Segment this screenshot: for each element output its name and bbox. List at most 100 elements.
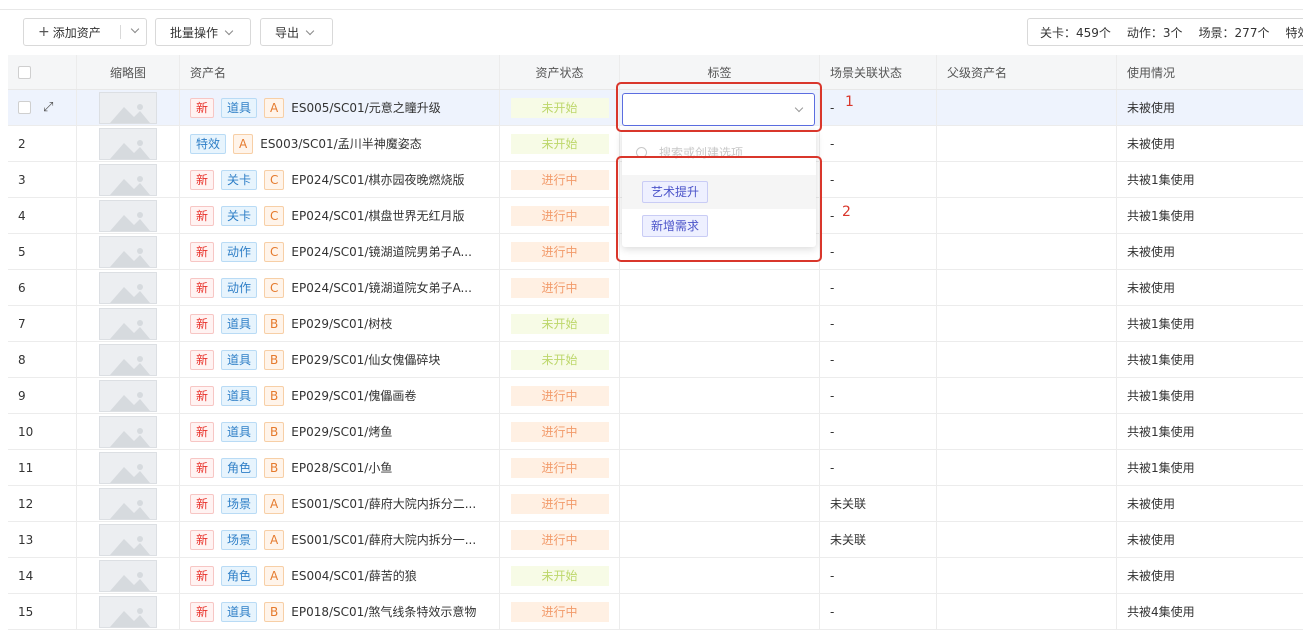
export-label: 导出 — [275, 25, 300, 40]
table-row[interactable]: 11 新角色 B EP028/SC01/小鱼 进行中 - 共被1集使用 — [8, 450, 1303, 486]
thumbnail-cell — [77, 594, 180, 629]
usage-cell: 共被1集使用 — [1127, 461, 1195, 475]
asset-name-cell: 新角色 A ES004/SC01/薛苦的狼 — [180, 558, 500, 593]
tags-cell[interactable] — [620, 594, 820, 629]
image-placeholder-icon[interactable] — [99, 595, 157, 628]
status-badge[interactable]: 进行中 — [510, 277, 609, 298]
asset-name-link[interactable]: EP029/SC01/仙女傀儡碎块 — [291, 351, 440, 368]
table-row[interactable]: 12 新场景 A ES001/SC01/薛府大院内拆分二... 进行中 未关联 未被使用 — [8, 486, 1303, 522]
plus-icon: + — [38, 24, 50, 40]
table-row[interactable]: 15 新道具 B EP018/SC01/煞气线条特效示意物 进行中 - 共被4集使用 — [8, 594, 1303, 630]
image-placeholder-icon[interactable] — [99, 379, 157, 412]
asset-name-link[interactable]: EP028/SC01/小鱼 — [291, 459, 392, 476]
image-placeholder-icon[interactable] — [99, 199, 157, 232]
scene-link-status-cell: - — [820, 594, 937, 629]
status-badge[interactable]: 进行中 — [510, 421, 609, 442]
asset-name-link[interactable]: EP018/SC01/煞气线条特效示意物 — [291, 603, 476, 620]
usage-cell: 共被1集使用 — [1127, 389, 1195, 403]
asset-name-link[interactable]: ES003/SC01/孟川半神魔姿态 — [260, 135, 421, 152]
asset-name-link[interactable]: ES004/SC01/薛苦的狼 — [291, 567, 416, 584]
tags-cell[interactable] — [620, 522, 820, 557]
row-checkbox[interactable] — [18, 101, 31, 114]
image-placeholder-icon[interactable] — [99, 487, 157, 520]
thumbnail-cell — [77, 522, 180, 557]
asset-name-link[interactable]: ES001/SC01/薛府大院内拆分一... — [291, 531, 476, 548]
tags-cell[interactable] — [620, 486, 820, 521]
image-placeholder-icon[interactable] — [99, 451, 157, 484]
image-placeholder-icon[interactable] — [99, 163, 157, 196]
tags-cell[interactable] — [620, 558, 820, 593]
tags-cell[interactable] — [620, 270, 820, 305]
table-row[interactable]: 13 新场景 A ES001/SC01/薛府大院内拆分一... 进行中 未关联 未被使用 — [8, 522, 1303, 558]
image-placeholder-icon[interactable] — [99, 523, 157, 556]
add-asset-button[interactable]: + 添加资产 — [23, 18, 147, 46]
parent-asset-cell — [937, 342, 1117, 377]
status-badge[interactable]: 未开始 — [510, 565, 609, 586]
usage-cell: 共被4集使用 — [1127, 605, 1195, 619]
parent-asset-cell — [937, 558, 1117, 593]
asset-name-link[interactable]: EP024/SC01/镜湖道院男弟子A... — [291, 243, 472, 260]
status-badge[interactable]: 未开始 — [510, 313, 609, 334]
asset-name-link[interactable]: EP024/SC01/镜湖道院女弟子A... — [291, 279, 472, 296]
parent-asset-cell — [937, 270, 1117, 305]
tags-cell[interactable] — [620, 342, 820, 377]
row-index: 13 — [18, 532, 34, 547]
table-row[interactable]: 7 新道具 B EP029/SC01/树枝 未开始 - 共被1集使用 — [8, 306, 1303, 342]
tags-cell[interactable] — [620, 378, 820, 413]
image-placeholder-icon[interactable] — [99, 559, 157, 592]
batch-operation-button[interactable]: 批量操作 — [155, 18, 251, 46]
asset-grade-badge: A — [264, 493, 285, 514]
asset-status-cell: 进行中 — [500, 234, 620, 269]
image-placeholder-icon[interactable] — [99, 271, 157, 304]
usage-cell: 共被1集使用 — [1127, 209, 1195, 223]
status-badge[interactable]: 进行中 — [510, 241, 609, 262]
table-row[interactable]: 10 新道具 B EP029/SC01/烤鱼 进行中 - 共被1集使用 — [8, 414, 1303, 450]
image-placeholder-icon[interactable] — [99, 415, 157, 448]
table-row[interactable]: 8 新道具 B EP029/SC01/仙女傀儡碎块 未开始 - 共被1集使用 — [8, 342, 1303, 378]
export-button[interactable]: 导出 — [260, 18, 333, 46]
status-badge[interactable]: 未开始 — [510, 97, 609, 118]
image-placeholder-icon[interactable] — [99, 343, 157, 376]
new-badge: 新 — [190, 385, 215, 406]
chevron-down-icon[interactable] — [130, 24, 140, 34]
tags-cell[interactable] — [620, 306, 820, 341]
asset-name-cell: 新关卡 C EP024/SC01/棋亦园夜晚燃烧版 — [180, 162, 500, 197]
asset-name-link[interactable]: ES005/SC01/元意之瞳升级 — [291, 99, 440, 116]
asset-name-link[interactable]: EP024/SC01/棋盘世界无红月版 — [291, 207, 464, 224]
status-badge[interactable]: 进行中 — [510, 457, 609, 478]
image-placeholder-icon[interactable] — [99, 91, 157, 124]
status-badge[interactable]: 进行中 — [510, 205, 609, 226]
thumbnail-cell — [77, 414, 180, 449]
asset-name-link[interactable]: EP029/SC01/傀儡画卷 — [291, 387, 416, 404]
asset-name-cell: 新道具 A ES005/SC01/元意之瞳升级 — [180, 90, 500, 125]
select-all-checkbox[interactable] — [18, 65, 31, 79]
table-row[interactable]: 6 新动作 C EP024/SC01/镜湖道院女弟子A... 进行中 - 未被使用 — [8, 270, 1303, 306]
tags-cell[interactable] — [620, 414, 820, 449]
new-badge: 新 — [190, 313, 215, 334]
expand-icon[interactable]: ⤢ — [43, 100, 53, 115]
row-index: 10 — [18, 424, 34, 439]
status-badge[interactable]: 进行中 — [510, 169, 609, 190]
asset-name-cell: 新关卡 C EP024/SC01/棋盘世界无红月版 — [180, 198, 500, 233]
new-badge: 新 — [190, 97, 215, 118]
status-badge[interactable]: 进行中 — [510, 529, 609, 550]
table-row[interactable]: 9 新道具 B EP029/SC01/傀儡画卷 进行中 - 共被1集使用 — [8, 378, 1303, 414]
asset-type-badge: 道具 — [221, 421, 258, 442]
asset-name-cell: 新角色 B EP028/SC01/小鱼 — [180, 450, 500, 485]
scene-link-status-cell: - — [820, 198, 937, 233]
image-placeholder-icon[interactable] — [99, 127, 157, 160]
table-row[interactable]: 14 新角色 A ES004/SC01/薛苦的狼 未开始 - 未被使用 — [8, 558, 1303, 594]
asset-name-link[interactable]: EP029/SC01/烤鱼 — [291, 423, 392, 440]
tags-cell[interactable] — [620, 450, 820, 485]
asset-name-link[interactable]: EP029/SC01/树枝 — [291, 315, 392, 332]
status-badge[interactable]: 进行中 — [510, 601, 609, 622]
status-badge[interactable]: 进行中 — [510, 493, 609, 514]
status-badge[interactable]: 未开始 — [510, 133, 609, 154]
asset-name-link[interactable]: ES001/SC01/薛府大院内拆分二... — [291, 495, 476, 512]
asset-name-cell: 新道具 B EP029/SC01/傀儡画卷 — [180, 378, 500, 413]
image-placeholder-icon[interactable] — [99, 235, 157, 268]
image-placeholder-icon[interactable] — [99, 307, 157, 340]
status-badge[interactable]: 未开始 — [510, 349, 609, 370]
asset-name-link[interactable]: EP024/SC01/棋亦园夜晚燃烧版 — [291, 171, 464, 188]
status-badge[interactable]: 进行中 — [510, 385, 609, 406]
